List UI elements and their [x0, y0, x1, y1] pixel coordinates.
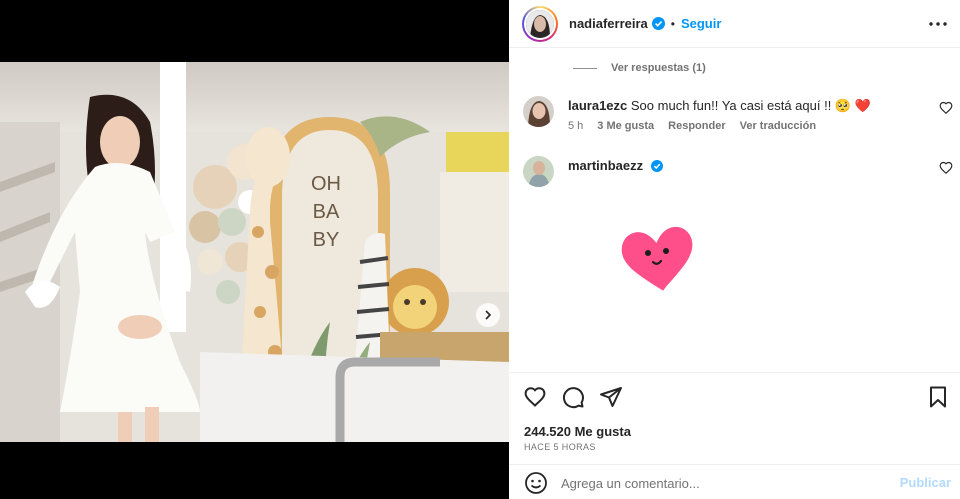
author-avatar[interactable] [522, 5, 558, 42]
post-timestamp[interactable]: HACE 5 HORAS [524, 442, 596, 452]
post-photo-art: OH BA BY [0, 62, 509, 442]
decor-text-ba: BA [313, 201, 340, 223]
decor-text-by: BY [313, 229, 340, 251]
header-separator: • [670, 16, 675, 31]
comment-like-heart-icon[interactable] [939, 101, 953, 115]
verified-badge-icon [651, 17, 665, 30]
author-avatar-image [526, 9, 554, 38]
pink-heart-face-sticker [619, 225, 696, 295]
decor-text-oh: OH [311, 173, 341, 195]
comment-avatar-image [523, 156, 554, 187]
comment-username[interactable]: martinbaezz [568, 158, 643, 173]
comment-avatar[interactable] [523, 156, 554, 187]
view-replies-button[interactable]: Ver respuestas (1) [573, 62, 706, 74]
view-replies-label: Ver respuestas (1) [611, 62, 706, 74]
post-photo[interactable]: OH BA BY [0, 62, 509, 442]
author-username[interactable]: nadiaferreira [569, 16, 648, 31]
comment-body: laura1ezc Soo much fun!! Ya casi está aq… [568, 98, 871, 114]
comment-username[interactable]: laura1ezc [568, 98, 627, 113]
more-options-button[interactable] [926, 12, 950, 36]
verified-badge-icon [650, 160, 663, 172]
comment-like-heart-icon[interactable] [939, 161, 953, 175]
translate-button[interactable]: Ver traducción [740, 120, 816, 132]
comment-meta: 5 h 3 Me gusta Responder Ver traducción [568, 120, 816, 132]
media-area: OH BA BY [0, 0, 509, 499]
comment-likes[interactable]: 3 Me gusta [597, 120, 654, 132]
post-header: nadiaferreira • Seguir [509, 0, 960, 48]
comment-avatar[interactable] [523, 96, 554, 127]
more-horizontal-icon [929, 22, 947, 26]
next-image-button[interactable] [476, 303, 500, 327]
share-paper-plane-icon[interactable] [599, 385, 623, 409]
chevron-right-icon [485, 310, 492, 320]
likes-count[interactable]: 244.520 Me gusta [524, 424, 631, 439]
replies-divider [573, 67, 597, 69]
comment-body: martinbaezz [568, 158, 663, 174]
follow-button[interactable]: Seguir [681, 16, 721, 31]
comment-box: Publicar [509, 464, 960, 499]
publish-comment-button[interactable]: Publicar [900, 475, 951, 490]
reply-button[interactable]: Responder [668, 120, 725, 132]
save-bookmark-icon[interactable] [926, 385, 950, 409]
comment-time: 5 h [568, 120, 584, 132]
comment-input[interactable] [561, 472, 881, 494]
comment-text: Soo much fun!! Ya casi está aquí !! 🥺 ❤️ [630, 98, 871, 113]
post-panel: nadiaferreira • Seguir Ver respuestas (1… [509, 0, 960, 499]
emoji-picker-icon[interactable] [524, 471, 548, 495]
comment-bubble-icon[interactable] [561, 385, 585, 409]
comment-avatar-image [523, 96, 554, 127]
post-actions: 244.520 Me gusta HACE 5 HORAS [509, 372, 960, 464]
like-heart-icon[interactable] [523, 385, 547, 409]
